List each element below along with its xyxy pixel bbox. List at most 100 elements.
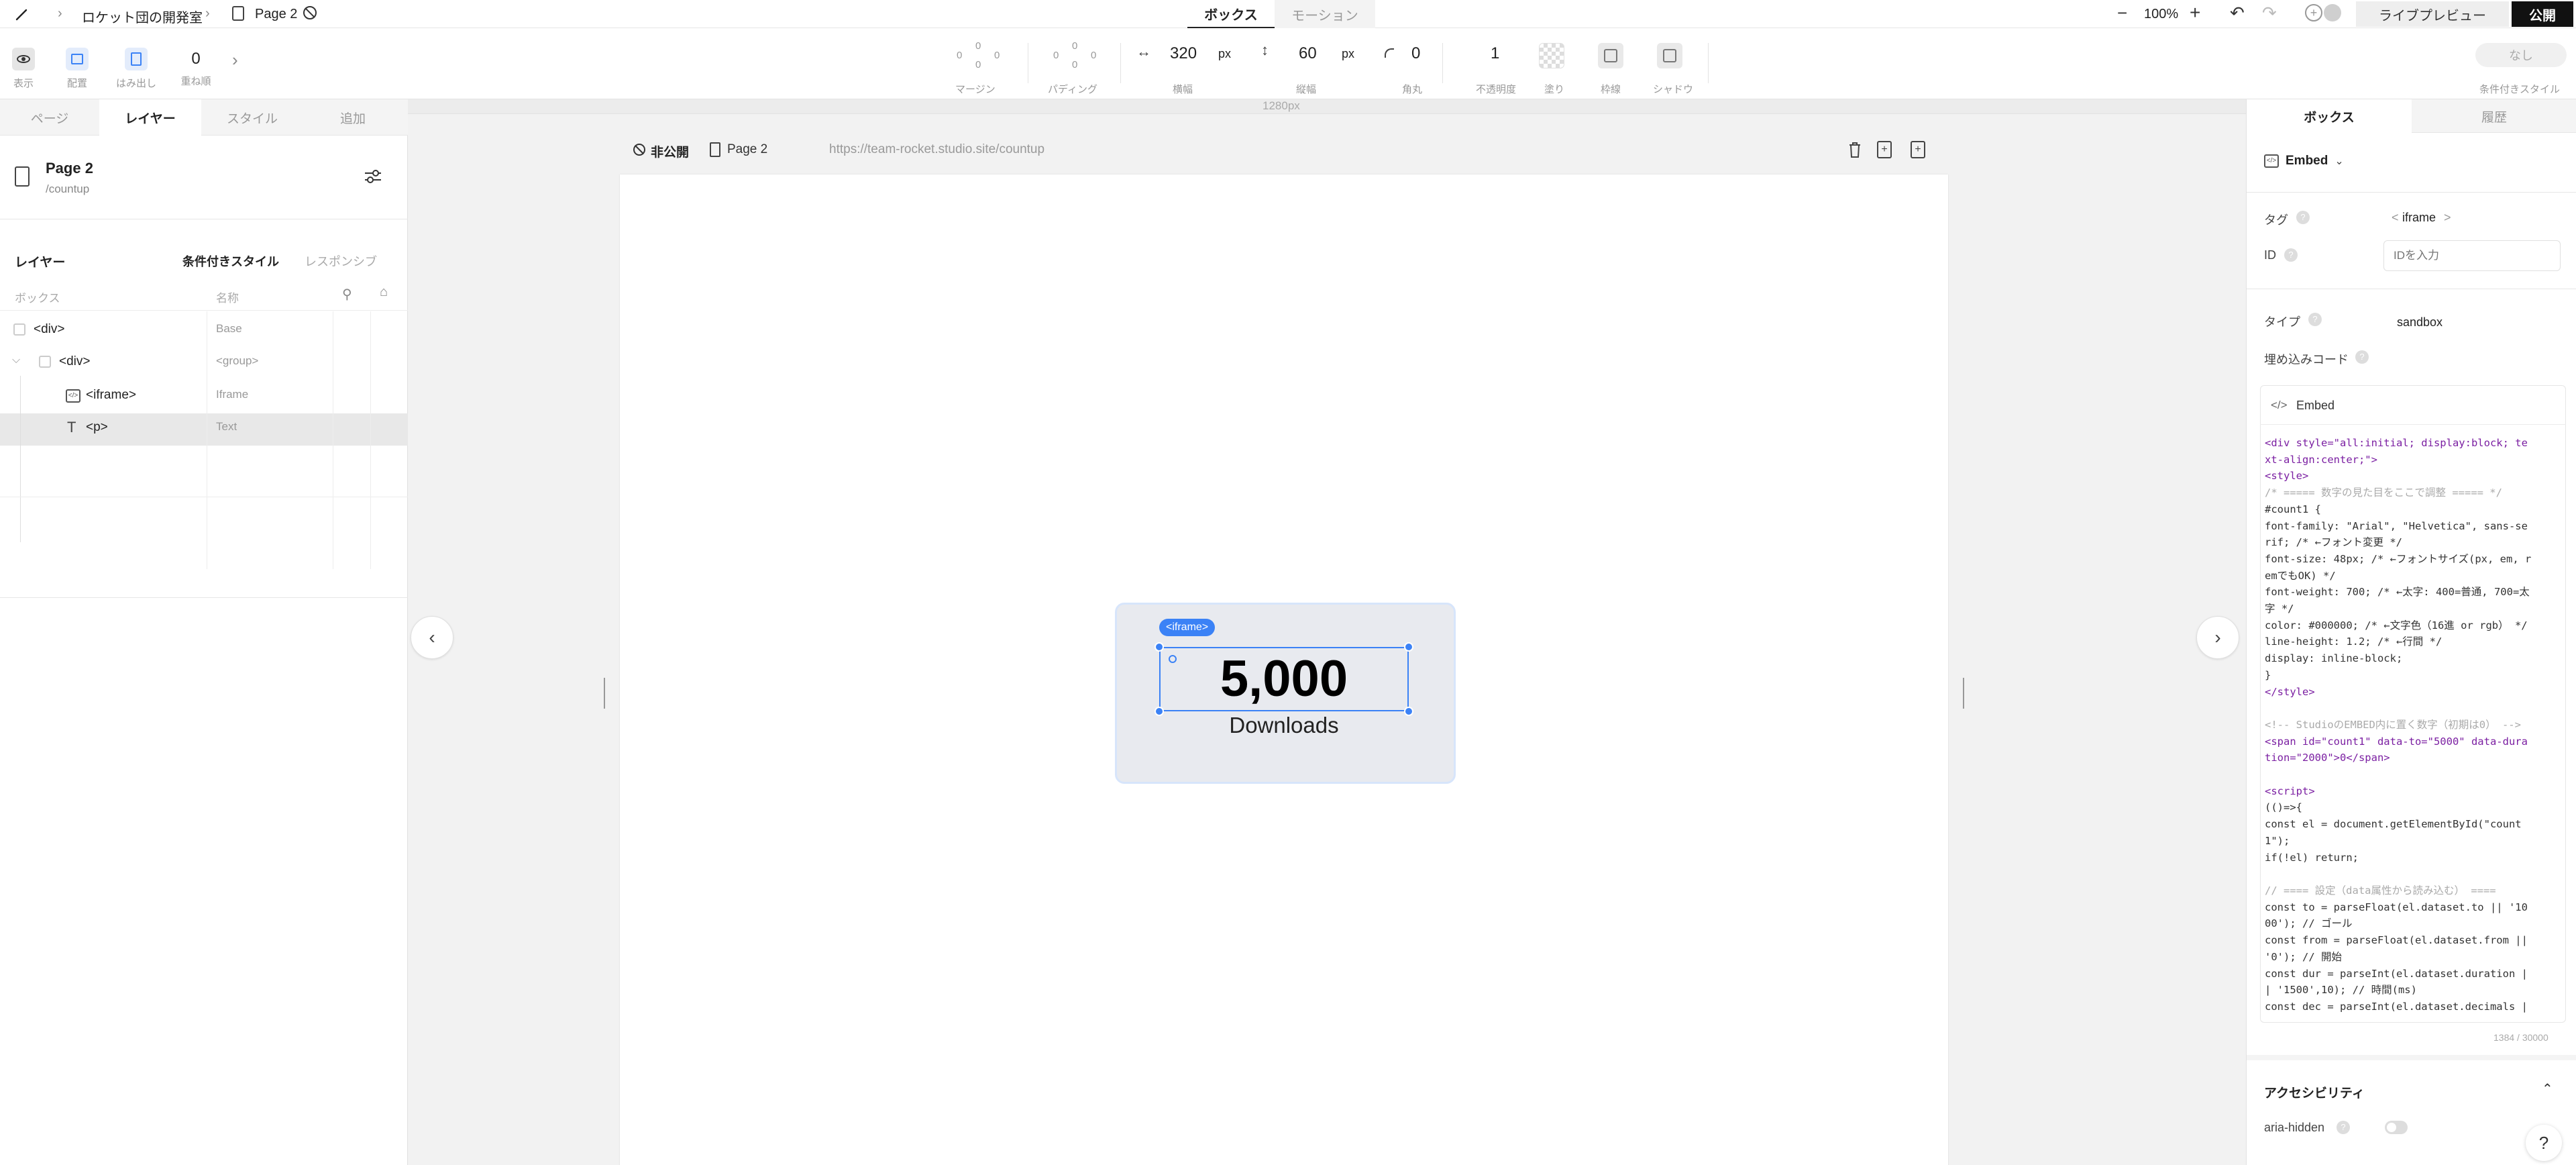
chevron-right-icon: › — [205, 6, 210, 21]
type-value[interactable]: sandbox — [2397, 315, 2443, 330]
live-preview-label: ライブプレビュー — [2379, 8, 2486, 23]
height-value[interactable]: 60 — [1299, 44, 1317, 63]
tab-box[interactable]: ボックス — [1187, 0, 1275, 28]
page-name[interactable]: Page 2 — [255, 7, 297, 22]
project-name[interactable]: ロケット団の開発室 — [82, 7, 203, 26]
opacity-value[interactable]: 1 — [1491, 44, 1499, 63]
responsive-icon[interactable]: ⌂ — [380, 285, 388, 300]
divider — [0, 597, 408, 598]
code-line: <span id="count1" data-to="5000" data-du… — [2265, 735, 2528, 764]
layer-tag[interactable]: <div> — [34, 322, 64, 337]
layer-tag[interactable]: <div> — [59, 354, 90, 369]
chevron-right-icon[interactable]: › — [232, 50, 238, 70]
overflow-toggle[interactable]: はみ出し — [113, 42, 160, 95]
pen-icon[interactable] — [12, 4, 32, 24]
height-unit[interactable]: px — [1342, 47, 1354, 61]
page-path: /countup — [46, 183, 90, 195]
add-collaborator-icon[interactable]: + — [2305, 4, 2322, 21]
prev-page-button[interactable]: ‹ — [411, 616, 453, 659]
add-page-icon[interactable]: + — [1911, 141, 1925, 158]
fill-swatch[interactable] — [1539, 43, 1564, 68]
layer-name: Iframe — [216, 388, 249, 401]
visibility-label[interactable]: 非公開 — [651, 142, 689, 160]
padding-top-value: 0 — [1072, 40, 1078, 52]
zoom-in-icon[interactable]: + — [2190, 2, 2200, 23]
tag-value[interactable]: iframe — [2402, 211, 2436, 225]
zindex-field[interactable]: 0 重ね順 — [176, 42, 216, 95]
zoom-out-icon[interactable]: − — [2117, 3, 2127, 23]
tab-pages-label: ページ — [30, 111, 69, 126]
none-button[interactable]: なし — [2475, 43, 2567, 67]
tab-history[interactable]: 履歴 — [2412, 99, 2576, 133]
shadow-swatch[interactable] — [1657, 43, 1682, 68]
col-box-header: ボックス — [15, 292, 60, 305]
aria-hidden-toggle[interactable] — [2385, 1121, 2408, 1134]
width-unit[interactable]: px — [1218, 47, 1231, 61]
tab-add[interactable]: 追加 — [303, 99, 402, 136]
width-arrow-icon: ↔ — [1136, 43, 1151, 60]
padding-left-value: 0 — [1053, 50, 1059, 61]
paint-brush-icon[interactable]: ⚲ — [342, 286, 352, 303]
tab-layers[interactable]: レイヤー — [99, 99, 201, 136]
help-icon[interactable]: ? — [2284, 248, 2298, 262]
checkbox[interactable] — [13, 323, 25, 336]
tab-motion[interactable]: モーション — [1275, 0, 1375, 28]
help-button[interactable]: ? — [2526, 1125, 2562, 1161]
id-label: ID — [2264, 248, 2276, 262]
avatar[interactable] — [2324, 4, 2341, 21]
margin-left-value: 0 — [957, 50, 963, 61]
page-icon — [232, 6, 244, 21]
type-label: タイプ — [2264, 315, 2300, 329]
duplicate-page-icon[interactable]: + — [1877, 141, 1892, 158]
id-input[interactable] — [2383, 240, 2561, 271]
publish-label: 公開 — [2529, 8, 2556, 23]
help-icon[interactable]: ? — [2355, 350, 2369, 364]
chevron-down-icon[interactable]: ⌵ — [12, 354, 20, 366]
redo-icon[interactable]: ↷ — [2262, 3, 2277, 23]
zoom-level[interactable]: 100% — [2144, 7, 2178, 22]
resize-handle[interactable] — [1963, 678, 1964, 709]
code-line: (()=>{ — [2265, 801, 2302, 814]
radius-value[interactable]: 0 — [1411, 44, 1420, 63]
help-icon[interactable]: ? — [2337, 1121, 2350, 1134]
chevron-down-icon: ⌄ — [2334, 156, 2344, 167]
trash-icon[interactable] — [1847, 141, 1862, 158]
code-line: <!-- StudioのEMBED内に置く数字（初期は0） --> — [2265, 718, 2521, 731]
code-line: const to = parseFloat(el.dataset.to || '… — [2265, 901, 2528, 930]
canvas-area[interactable]: 1280px 非公開 Page 2 https://team-rocket.st… — [408, 99, 2246, 1165]
tab-box-settings[interactable]: ボックス — [2247, 99, 2412, 133]
layout-toggle[interactable]: 配置 — [60, 42, 94, 95]
responsive-tab[interactable]: レスポンシブ — [305, 252, 377, 270]
live-preview-button[interactable]: ライブプレビュー — [2356, 1, 2509, 27]
help-icon[interactable]: ? — [2296, 211, 2310, 224]
accessibility-title: アクセシビリティ — [2264, 1086, 2365, 1101]
show-toggle[interactable]: 表示 — [7, 42, 40, 95]
help-icon[interactable]: ? — [2308, 313, 2322, 326]
divider — [1708, 43, 1709, 83]
code-line: const from = parseFloat(el.dataset.from … — [2265, 934, 2528, 963]
width-value[interactable]: 320 — [1170, 44, 1197, 63]
resize-handle[interactable] — [604, 678, 605, 709]
tab-styles[interactable]: スタイル — [201, 99, 303, 136]
layer-tag[interactable]: <iframe> — [86, 388, 136, 403]
layer-tag[interactable]: <p> — [86, 420, 108, 435]
component-selector[interactable]: </> Embed ⌄ — [2264, 148, 2365, 174]
undo-icon[interactable]: ↶ — [2230, 3, 2245, 23]
divider — [2247, 192, 2576, 193]
embed-code-content[interactable]: <div style="all:initial; display:block; … — [2265, 435, 2533, 1015]
tab-pages[interactable]: ページ — [0, 99, 99, 136]
code-line: line-height: 1.2; /* ←行間 */ — [2265, 636, 2443, 648]
publish-button[interactable]: 公開 — [2512, 1, 2573, 27]
border-swatch[interactable] — [1598, 43, 1623, 68]
page-label[interactable]: Page 2 — [727, 142, 767, 157]
padding-right-value: 0 — [1091, 50, 1097, 61]
checkbox[interactable] — [39, 356, 51, 368]
page-url[interactable]: https://team-rocket.studio.site/countup — [829, 142, 1044, 157]
next-page-button[interactable]: › — [2196, 616, 2239, 659]
settings-sliders-icon[interactable] — [364, 169, 382, 184]
chevron-up-icon[interactable]: ⌃ — [2542, 1080, 2553, 1097]
conditional-style-tab[interactable]: 条件付きスタイル — [182, 252, 279, 270]
layer-row[interactable] — [0, 413, 408, 446]
